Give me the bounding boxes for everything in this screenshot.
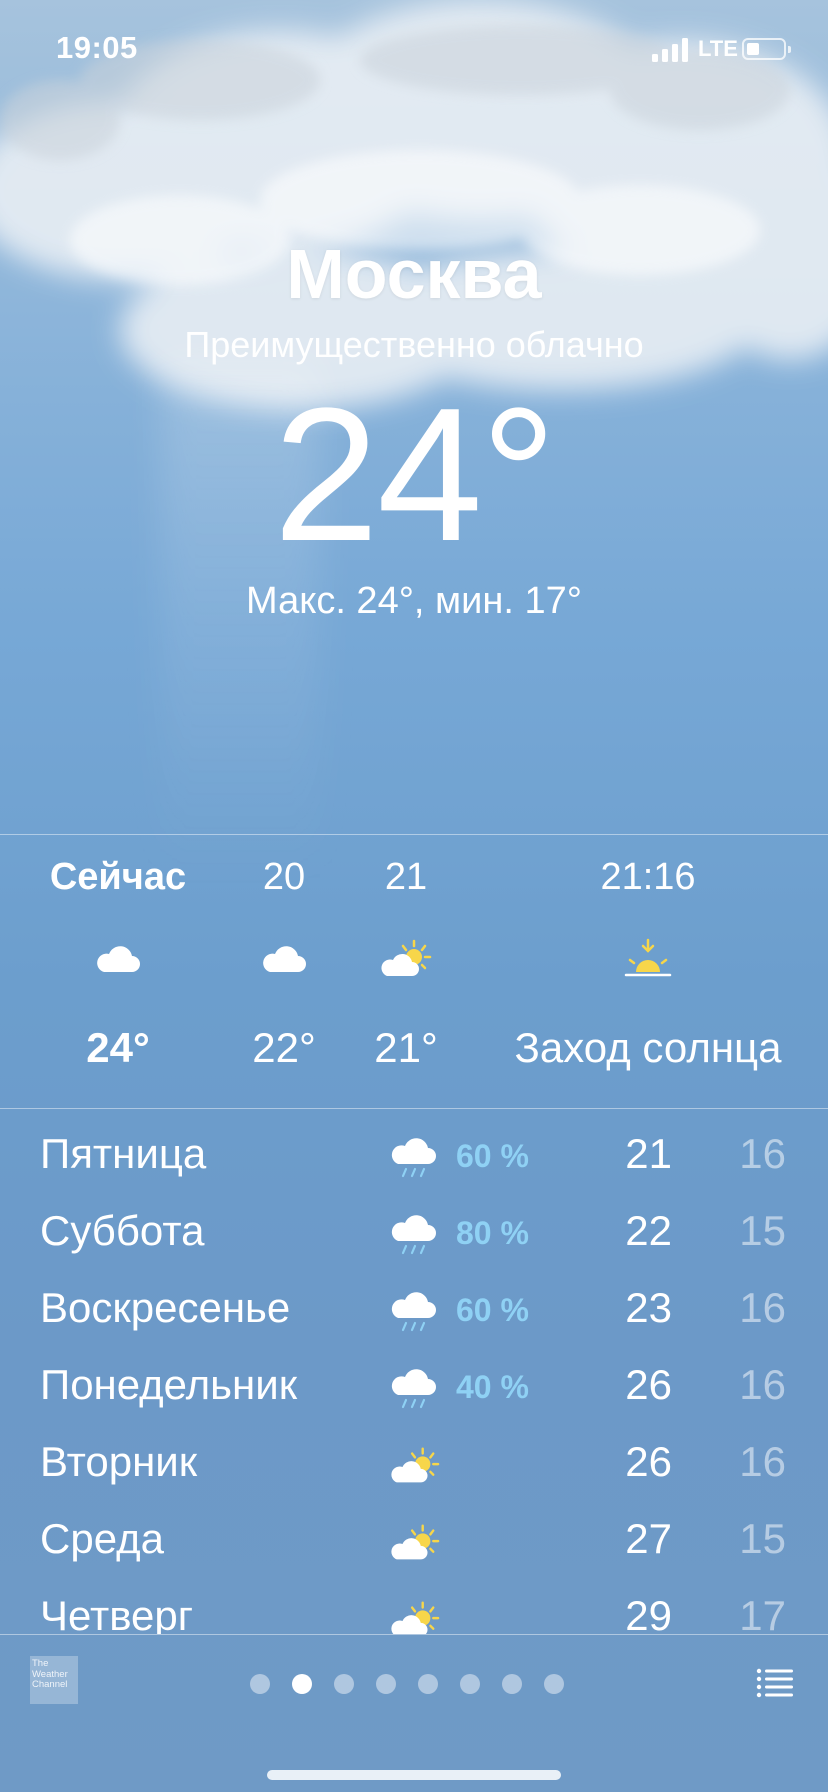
day-name: Суббота [40, 1207, 205, 1254]
high-temperature: 21 [625, 1130, 672, 1177]
divider-middle [0, 1108, 828, 1109]
page-dot[interactable] [334, 1674, 354, 1694]
low-temperature: 16 [739, 1438, 786, 1485]
hourly-item-now: Сейчас 24° [30, 836, 206, 1108]
low-temperature: 15 [739, 1515, 786, 1562]
bottom-bar: The Weather Channel [0, 1636, 828, 1792]
high-low-temperature: Макс. 24°, мин. 17° [246, 580, 582, 622]
cloud-icon [97, 946, 140, 972]
partly-sunny-icon [391, 1601, 440, 1634]
partly-sunny-icon [381, 939, 432, 976]
day-name: Воскресенье [40, 1284, 291, 1331]
hourly-temperature: 21° [374, 1024, 438, 1071]
daily-row: Воскресенье 60 % 23 16 [0, 1274, 828, 1351]
current-temperature: 24° [273, 369, 556, 581]
partly-sunny-icon [391, 1447, 440, 1483]
network-type: LTE [698, 36, 738, 61]
cellular-signal-icon [652, 38, 688, 62]
page-indicator[interactable] [250, 1674, 586, 1694]
rain-icon [391, 1292, 436, 1332]
list-icon[interactable] [756, 1666, 794, 1700]
low-temperature: 17 [739, 1592, 786, 1634]
precipitation-chance: 60 % [456, 1138, 529, 1174]
hourly-item-sunset: 21:16 Заход солнца [488, 836, 808, 1108]
daily-row: Среда 27 15 [0, 1505, 828, 1582]
hourly-time: 21 [384, 856, 428, 898]
partly-sunny-icon [391, 1524, 440, 1560]
city-name: Москва [286, 235, 542, 313]
weather-channel-logo[interactable]: The Weather Channel [30, 1656, 78, 1704]
daily-row: Четверг 29 17 [0, 1582, 828, 1634]
hourly-time: 20 [262, 856, 306, 898]
day-name: Понедельник [40, 1361, 298, 1408]
day-name: Среда [40, 1515, 164, 1562]
high-temperature: 26 [625, 1361, 672, 1408]
page-dot[interactable] [250, 1674, 270, 1694]
hourly-item: 21 21° [346, 836, 466, 1108]
high-temperature: 27 [625, 1515, 672, 1562]
hourly-item: 20 22° [224, 836, 344, 1108]
divider-bottom [0, 1634, 828, 1635]
rain-icon [391, 1138, 436, 1178]
low-temperature: 16 [739, 1284, 786, 1331]
low-temperature: 16 [739, 1130, 786, 1177]
high-temperature: 23 [625, 1284, 672, 1331]
rain-icon [391, 1369, 436, 1409]
high-temperature: 26 [625, 1438, 672, 1485]
page-dot[interactable] [376, 1674, 396, 1694]
sunset-time: 21:16 [600, 856, 696, 898]
sunset-label: Заход солнца [514, 1024, 782, 1071]
hourly-temperature: 24° [86, 1024, 150, 1071]
home-indicator[interactable] [267, 1770, 561, 1780]
high-temperature: 29 [625, 1592, 672, 1634]
rain-icon [391, 1215, 436, 1255]
daily-row: Суббота 80 % 22 15 [0, 1197, 828, 1274]
daily-forecast[interactable]: Пятница 60 % 21 16 Суббота 80 % 22 15 Во… [0, 1120, 828, 1634]
day-name: Вторник [40, 1438, 198, 1485]
hourly-time: Сейчас [49, 856, 187, 898]
page-dot[interactable] [544, 1674, 564, 1694]
daily-row: Вторник 26 16 [0, 1428, 828, 1505]
sunset-icon [624, 938, 672, 977]
logo-line: Channel [32, 1679, 68, 1690]
page-dot[interactable] [460, 1674, 480, 1694]
precipitation-chance: 60 % [456, 1292, 529, 1328]
battery-icon [742, 38, 791, 60]
page-dot[interactable] [502, 1674, 522, 1694]
precipitation-chance: 40 % [456, 1369, 529, 1405]
divider-top [0, 834, 828, 835]
precipitation-chance: 80 % [456, 1215, 529, 1251]
day-name: Пятница [40, 1130, 207, 1177]
hourly-temperature: 22° [252, 1024, 316, 1071]
status-time: 19:05 [56, 30, 138, 65]
daily-row: Понедельник 40 % 26 16 [0, 1351, 828, 1428]
cloud-icon [263, 946, 306, 972]
high-temperature: 22 [625, 1207, 672, 1254]
hourly-forecast[interactable]: Сейчас 24° 20 22° 21 21° 21:16 Заход сол… [0, 836, 828, 1108]
page-dot[interactable] [418, 1674, 438, 1694]
low-temperature: 16 [739, 1361, 786, 1408]
low-temperature: 15 [739, 1207, 786, 1254]
logo-line: The [32, 1658, 49, 1669]
page-dot-active[interactable] [292, 1674, 312, 1694]
status-bar: 19:05 LTE [0, 0, 828, 100]
current-condition: Преимущественно облачно [184, 324, 644, 365]
day-name: Четверг [40, 1592, 194, 1634]
daily-row: Пятница 60 % 21 16 [0, 1120, 828, 1197]
